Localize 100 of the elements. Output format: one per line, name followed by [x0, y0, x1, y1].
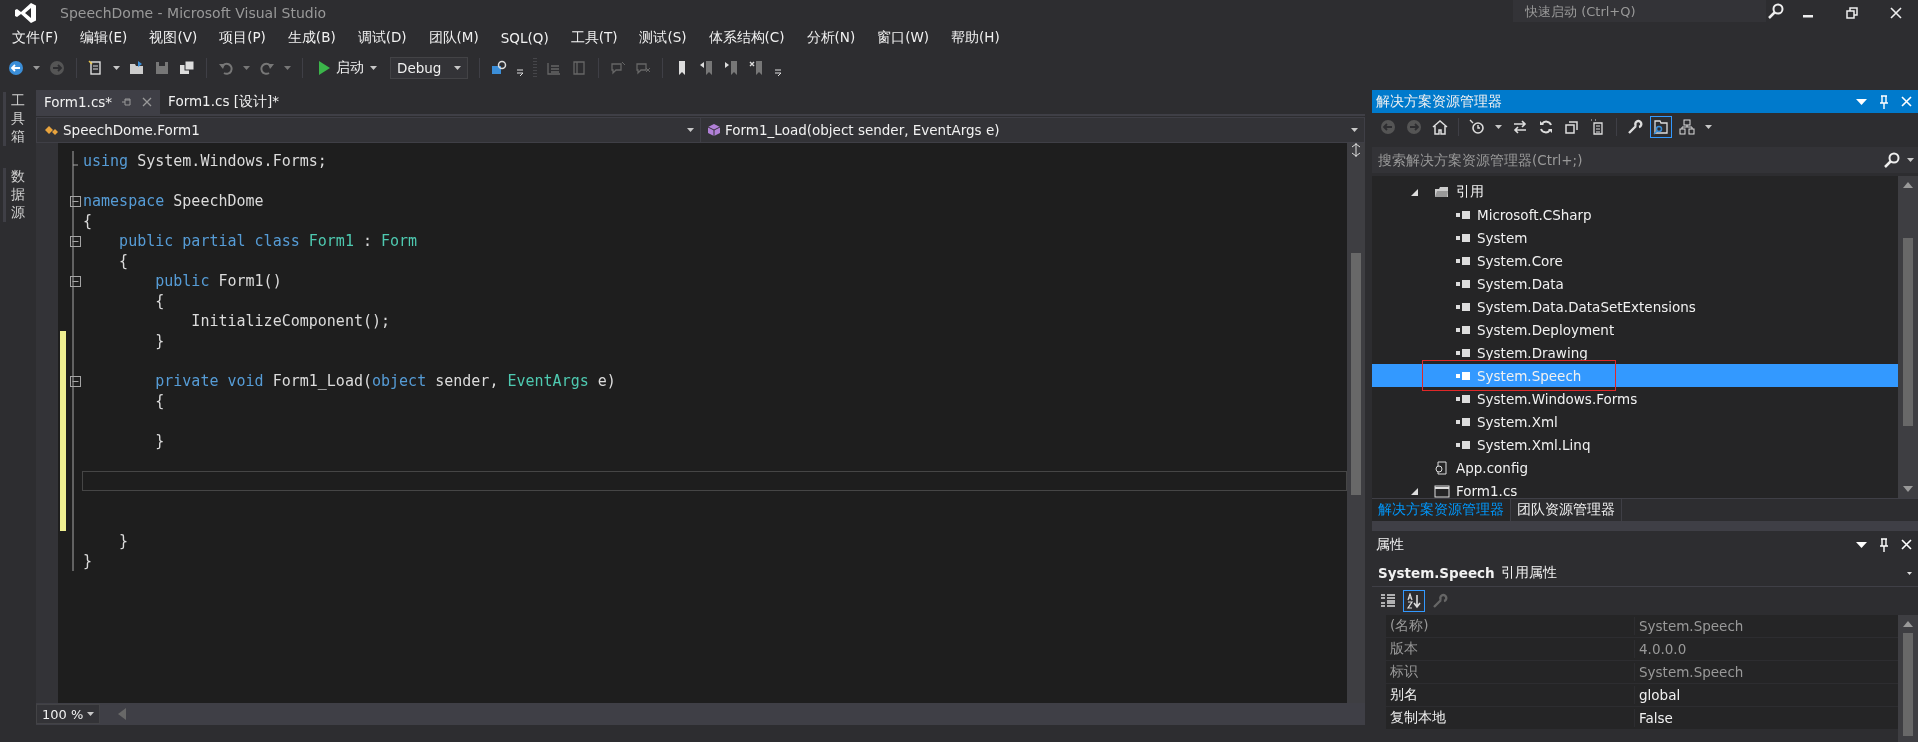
menu-item[interactable]: 调试(D): [346, 27, 418, 49]
tree-item[interactable]: System.Windows.Forms: [1372, 387, 1898, 410]
tree-item[interactable]: Form1.cs: [1372, 479, 1898, 498]
tree-item[interactable]: System.Data: [1372, 272, 1898, 295]
code-line: public partial class Form1 : Form: [118, 231, 419, 251]
scrollbar-thumb[interactable]: [1903, 633, 1913, 736]
save-all-icon[interactable]: [179, 60, 195, 76]
tree-item[interactable]: System.Deployment: [1372, 318, 1898, 341]
class-diagram-icon[interactable]: [1679, 119, 1695, 135]
tree-item[interactable]: 引用: [1372, 180, 1898, 203]
side-tab[interactable]: 工具箱: [3, 92, 25, 146]
menu-item[interactable]: 帮助(H): [940, 27, 1011, 49]
collapse-icon[interactable]: [70, 235, 81, 247]
start-button[interactable]: 启动: [314, 57, 381, 79]
caret-icon: [454, 66, 461, 70]
quick-launch-field[interactable]: 快速启动 (Ctrl+Q): [1513, 0, 1766, 22]
sync-icon[interactable]: [1512, 119, 1528, 135]
menu-item[interactable]: 体系结构(C): [697, 27, 796, 49]
menu-item[interactable]: 编辑(E): [69, 27, 139, 49]
uncomment-icon[interactable]: [635, 60, 651, 76]
preview-icon[interactable]: [1653, 119, 1669, 135]
scroll-down-icon[interactable]: [1903, 486, 1913, 492]
property-name: 别名: [1386, 686, 1635, 704]
tree-item[interactable]: System.Core: [1372, 249, 1898, 272]
property-value[interactable]: False: [1635, 710, 1673, 726]
expanded-icon[interactable]: [1410, 187, 1419, 197]
type-dropdown[interactable]: SpeechDome.Form1: [37, 118, 701, 142]
show-all-files-icon[interactable]: [1590, 119, 1606, 135]
tree-item[interactable]: App.config: [1372, 456, 1898, 479]
find-icon[interactable]: [491, 60, 507, 76]
menu-item[interactable]: 工具(T): [559, 27, 629, 49]
property-pages-icon[interactable]: [1432, 593, 1448, 609]
dropdown-icon[interactable]: [1856, 540, 1867, 549]
undo-icon[interactable]: [218, 60, 234, 76]
code-line: {: [118, 251, 130, 271]
back-icon[interactable]: [8, 60, 24, 76]
alphabetical-icon[interactable]: [1406, 593, 1422, 609]
scrollbar-thumb[interactable]: [1903, 238, 1913, 426]
code-line: namespace SpeechDome: [82, 191, 265, 211]
menu-item[interactable]: 分析(N): [795, 27, 867, 49]
previous-bookmark-icon[interactable]: [699, 60, 715, 76]
menu-item[interactable]: 生成(B): [276, 27, 347, 49]
vertical-scrollbar[interactable]: [1347, 143, 1365, 703]
tree-item[interactable]: System.Xml: [1372, 410, 1898, 433]
collapse-icon[interactable]: [70, 275, 81, 287]
member-dropdown[interactable]: Form1_Load(object sender, EventArgs e): [701, 118, 1364, 142]
restore-icon[interactable]: [1846, 7, 1858, 19]
menu-item[interactable]: 文件(F): [1, 27, 70, 49]
comment-icon[interactable]: [610, 60, 626, 76]
open-folder-icon[interactable]: [129, 60, 145, 76]
tree-item[interactable]: System.Data.DataSetExtensions: [1372, 295, 1898, 318]
search-icon[interactable]: [1884, 152, 1900, 168]
property-name: 版本: [1386, 640, 1635, 658]
search-field[interactable]: 搜索解决方案资源管理器(Ctrl+;): [1372, 147, 1918, 173]
property-value: 4.0.0.0: [1638, 641, 1687, 657]
dropdown-icon[interactable]: [1705, 125, 1712, 129]
categorized-icon[interactable]: [1380, 593, 1396, 609]
panel-tab[interactable]: 解决方案资源管理器: [1372, 499, 1511, 521]
scroll-up-icon[interactable]: [1903, 621, 1913, 627]
menu-item[interactable]: 团队(M): [417, 27, 490, 49]
property-value[interactable]: global: [1635, 687, 1681, 703]
tree-item[interactable]: System.Drawing: [1372, 341, 1898, 364]
scrollbar-thumb[interactable]: [1351, 253, 1361, 495]
property-name: 标识: [1386, 663, 1635, 681]
editor-tab[interactable]: Form1.cs [设计]*: [160, 90, 287, 114]
menu-item[interactable]: 视图(V): [138, 27, 209, 49]
clear-bookmark-icon[interactable]: [749, 60, 765, 76]
menu-item[interactable]: 项目(P): [208, 27, 277, 49]
search-icon[interactable]: [1768, 3, 1784, 19]
collapse-icon[interactable]: [70, 375, 81, 387]
code-line: {: [154, 391, 166, 411]
method-icon: [707, 123, 721, 137]
redo-icon[interactable]: [259, 60, 275, 76]
caret-icon: [1351, 128, 1358, 132]
tree-item[interactable]: System.Xml.Linq: [1372, 433, 1898, 456]
save-icon[interactable]: [154, 60, 170, 76]
tree-item[interactable]: System: [1372, 226, 1898, 249]
tree-item[interactable]: Microsoft.CSharp: [1372, 203, 1898, 226]
caret-icon[interactable]: [1907, 158, 1914, 162]
split-handle-icon[interactable]: [1351, 143, 1361, 157]
dropdown-icon[interactable]: [1495, 125, 1502, 129]
vertical-scrollbar[interactable]: [1898, 176, 1918, 498]
history-icon[interactable]: [1469, 119, 1485, 135]
side-tab[interactable]: 数据源: [3, 168, 25, 222]
scroll-up-icon[interactable]: [1903, 182, 1913, 188]
zoom-dropdown[interactable]: 100 %: [36, 704, 100, 724]
home-icon[interactable]: [1432, 119, 1448, 135]
collapse-icon[interactable]: [70, 195, 81, 207]
collapse-all-icon[interactable]: [1564, 119, 1580, 135]
menu-item[interactable]: 测试(S): [628, 27, 698, 49]
expanded-icon[interactable]: [1410, 486, 1419, 496]
configuration-dropdown[interactable]: Debug: [390, 57, 468, 79]
pin-icon[interactable]: [1879, 537, 1889, 552]
refresh-icon[interactable]: [1538, 119, 1554, 135]
next-bookmark-icon[interactable]: [724, 60, 740, 76]
new-project-icon[interactable]: [88, 60, 104, 76]
menu-item[interactable]: 窗口(W): [866, 27, 941, 49]
wrench-icon[interactable]: [1627, 119, 1643, 135]
vertical-scrollbar[interactable]: [1898, 615, 1918, 742]
menu-item[interactable]: SQL(Q): [489, 28, 560, 48]
